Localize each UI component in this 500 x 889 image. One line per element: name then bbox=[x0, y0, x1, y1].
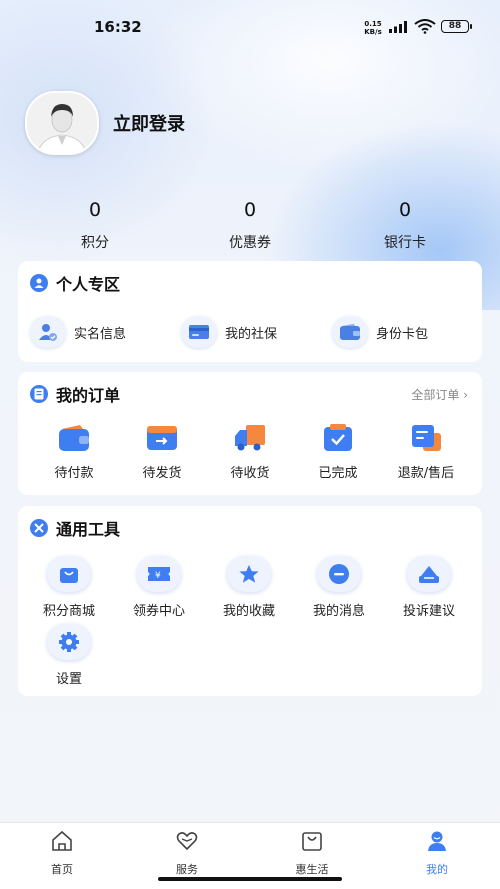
network-speed: 0.15 KB/s bbox=[362, 20, 384, 36]
personal-header: 个人专区 bbox=[30, 271, 120, 295]
tools-icon bbox=[30, 519, 48, 537]
coupon-icon: ¥ bbox=[137, 556, 181, 592]
realname-icon bbox=[30, 316, 66, 348]
stat-points[interactable]: 0 积分 bbox=[35, 196, 155, 252]
social-security-item[interactable]: 我的社保 bbox=[181, 314, 277, 350]
order-label: 待发货 bbox=[142, 466, 182, 481]
stat-value: 0 bbox=[88, 199, 102, 221]
id-card-wallet-item[interactable]: 身份卡包 bbox=[332, 314, 428, 350]
bag-icon bbox=[302, 832, 322, 851]
gear-icon bbox=[47, 624, 91, 660]
pill-label: 身份卡包 bbox=[376, 326, 429, 342]
status-bar: 16:32 0.15 KB/s 88 bbox=[0, 0, 500, 56]
message-icon bbox=[317, 556, 361, 592]
tool-label: 我的消息 bbox=[312, 604, 365, 619]
shopping-bag-icon bbox=[47, 556, 91, 592]
wallet-icon bbox=[58, 424, 90, 452]
personal-card: 个人专区 实名信息 我的社保 身份卡包 bbox=[18, 261, 482, 362]
card-transfer-icon bbox=[146, 424, 178, 452]
tool-my-messages[interactable]: 我的消息 bbox=[294, 556, 384, 619]
order-label: 待收货 bbox=[230, 466, 270, 481]
order-completed[interactable]: 已完成 bbox=[293, 424, 383, 481]
pill-label: 我的社保 bbox=[225, 326, 278, 342]
login-button[interactable]: 立即登录 bbox=[113, 110, 185, 136]
stat-value: 0 bbox=[243, 199, 257, 221]
orders-header: 我的订单 bbox=[30, 382, 120, 406]
order-label: 退款/售后 bbox=[397, 466, 455, 481]
truck-icon bbox=[234, 424, 266, 452]
order-list-icon bbox=[30, 385, 48, 403]
tool-label: 投诉建议 bbox=[402, 604, 455, 619]
signal-icon bbox=[389, 21, 407, 33]
stat-label: 积分 bbox=[81, 235, 109, 251]
tab-label: 服务 bbox=[176, 863, 198, 876]
tab-home[interactable]: 首页 bbox=[22, 829, 102, 877]
orders-title: 我的订单 bbox=[56, 386, 121, 405]
tools-card: 通用工具 积分商城 ¥ 领券中心 我的收藏 我的消息 投诉建议 设置 bbox=[18, 506, 482, 696]
personal-title: 个人专区 bbox=[56, 275, 121, 294]
stats-row: 0 积分 0 优惠券 0 银行卡 bbox=[0, 196, 500, 256]
order-label: 待付款 bbox=[54, 466, 94, 481]
tab-label: 惠生活 bbox=[295, 863, 329, 876]
tool-label: 积分商城 bbox=[42, 604, 95, 619]
tool-settings[interactable]: 设置 bbox=[24, 624, 114, 687]
tab-benefit-life[interactable]: 惠生活 bbox=[272, 829, 352, 877]
stat-coupons[interactable]: 0 优惠券 bbox=[190, 196, 310, 252]
star-icon bbox=[227, 556, 271, 592]
wifi-icon bbox=[414, 19, 436, 34]
avatar[interactable] bbox=[25, 91, 99, 155]
stat-label: 优惠券 bbox=[229, 235, 271, 251]
tab-label: 首页 bbox=[51, 863, 73, 876]
tool-label: 设置 bbox=[55, 672, 82, 687]
tools-header: 通用工具 bbox=[30, 516, 120, 540]
order-label: 已完成 bbox=[318, 466, 358, 481]
tab-mine[interactable]: 我的 bbox=[397, 829, 477, 877]
tab-label: 我的 bbox=[426, 863, 448, 876]
stat-value: 0 bbox=[398, 199, 412, 221]
check-box-icon bbox=[322, 424, 354, 452]
login-profile[interactable]: 立即登录 bbox=[25, 91, 185, 155]
tool-points-mall[interactable]: 积分商城 bbox=[24, 556, 114, 619]
pill-label: 实名信息 bbox=[74, 326, 127, 342]
svg-text:¥: ¥ bbox=[155, 571, 161, 581]
feedback-icon bbox=[407, 556, 451, 592]
home-indicator bbox=[158, 877, 342, 881]
order-pending-receipt[interactable]: 待收货 bbox=[205, 424, 295, 481]
user-icon bbox=[428, 831, 446, 851]
refund-doc-icon bbox=[410, 424, 442, 452]
home-icon bbox=[52, 830, 72, 851]
wallet-icon bbox=[332, 316, 368, 348]
tools-title: 通用工具 bbox=[56, 520, 121, 539]
tab-services[interactable]: 服务 bbox=[147, 829, 227, 877]
orders-card: 我的订单 全部订单 › 待付款 待发货 待收货 已完成 退款/售后 bbox=[18, 372, 482, 495]
realname-info-item[interactable]: 实名信息 bbox=[30, 314, 126, 350]
tool-label: 领券中心 bbox=[132, 604, 185, 619]
stat-label: 银行卡 bbox=[384, 235, 426, 251]
order-refund[interactable]: 退款/售后 bbox=[381, 424, 471, 481]
all-orders-link[interactable]: 全部订单 › bbox=[411, 386, 468, 403]
network-speed-unit: KB/s bbox=[364, 28, 382, 36]
order-pending-shipment[interactable]: 待发货 bbox=[117, 424, 207, 481]
stat-bank-cards[interactable]: 0 银行卡 bbox=[345, 196, 465, 252]
tool-coupon-center[interactable]: ¥ 领券中心 bbox=[114, 556, 204, 619]
network-speed-value: 0.15 bbox=[364, 20, 382, 28]
tool-complaints-suggestions[interactable]: 投诉建议 bbox=[384, 556, 474, 619]
social-security-card-icon bbox=[181, 316, 217, 348]
status-time: 16:32 bbox=[94, 18, 142, 36]
battery-icon: 88 bbox=[441, 20, 472, 33]
tool-my-favorites[interactable]: 我的收藏 bbox=[204, 556, 294, 619]
heart-icon bbox=[176, 832, 198, 851]
order-pending-payment[interactable]: 待付款 bbox=[29, 424, 119, 481]
default-avatar-icon bbox=[27, 93, 97, 153]
user-badge-icon bbox=[30, 274, 48, 292]
tool-label: 我的收藏 bbox=[222, 604, 275, 619]
